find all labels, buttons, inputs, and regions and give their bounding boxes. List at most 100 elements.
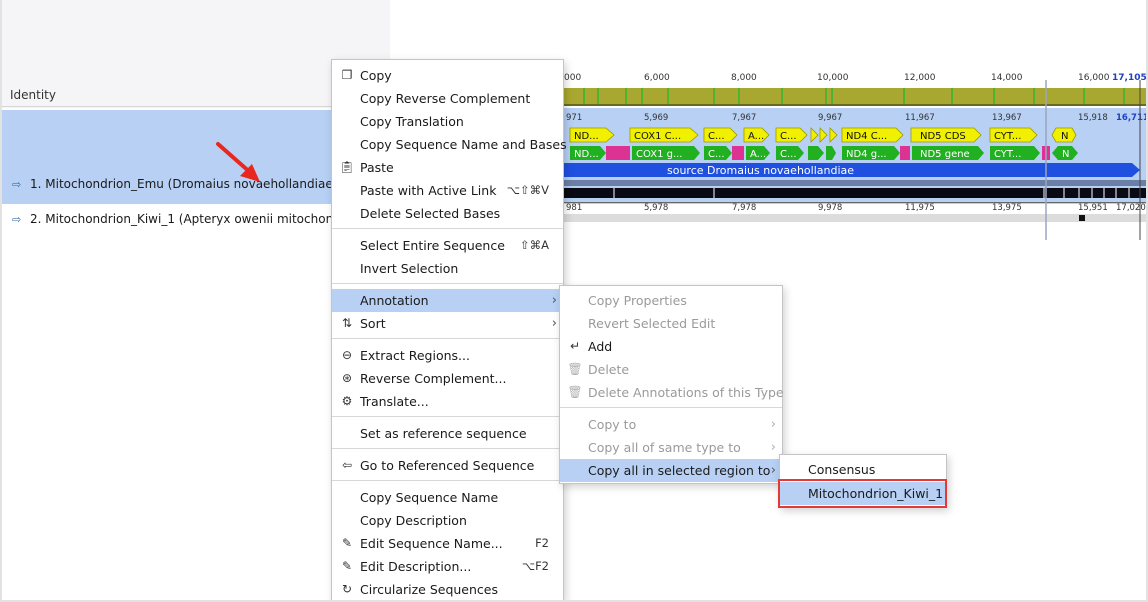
svg-text:971: 971 <box>566 113 582 123</box>
svg-text:15,918: 15,918 <box>1078 113 1108 123</box>
svg-text:N: N <box>1062 149 1069 160</box>
ruler-tick: 16,000 <box>1078 73 1110 83</box>
menu-item-copy-name-and-bases[interactable]: Copy Sequence Name and Bases <box>332 133 567 156</box>
highlight-box <box>778 479 947 508</box>
menu-separator <box>332 283 563 284</box>
svg-text:981: 981 <box>566 203 582 213</box>
alignment-graphics: 000 6,000 8,000 10,000 12,000 14,000 16,… <box>564 73 1146 240</box>
window-frame <box>0 0 2 602</box>
svg-text:C...: C... <box>708 131 725 142</box>
svg-text:7,967: 7,967 <box>732 113 756 123</box>
chevron-right-icon: › <box>770 463 776 478</box>
menu-item-copy-reverse-complement[interactable]: Copy Reverse Complement <box>332 87 563 110</box>
svg-text:ND...: ND... <box>574 149 599 160</box>
menu-item-paste-active-link[interactable]: Paste with Active Link ⌥⇧⌘V <box>332 179 563 202</box>
trash-icon: 🗑︎ <box>567 385 583 399</box>
ruler-tick: 8,000 <box>731 73 757 83</box>
menu-item-select-entire-sequence[interactable]: Select Entire Sequence ⇧⌘A <box>332 234 563 257</box>
menu-item-delete-selected-bases[interactable]: Delete Selected Bases <box>332 202 563 225</box>
sequence-name: 1. Mitochondrion_Emu (Dromaius novaeholl… <box>30 177 332 191</box>
sequence-row-kiwi[interactable]: ⇨ 2. Mitochondrion_Kiwi_1 (Apteryx owenii… <box>12 212 332 226</box>
goto-icon: ⇦ <box>341 458 353 472</box>
reverse-complement-icon: ⊛ <box>341 371 353 385</box>
svg-text:source Dromaius novaehollandia: source Dromaius novaehollandiae <box>667 164 854 177</box>
menu-item-consensus[interactable]: Consensus <box>780 458 946 481</box>
svg-text:N: N <box>1061 131 1068 142</box>
menu-item-go-to-referenced[interactable]: ⇦ Go to Referenced Sequence <box>332 454 563 477</box>
menu-item-copy-all-same-type[interactable]: Copy all of same type to › <box>560 436 782 459</box>
svg-text:CYT...: CYT... <box>994 131 1021 142</box>
ruler-tick: 6,000 <box>644 73 670 83</box>
svg-text:COX1 C...: COX1 C... <box>634 131 681 142</box>
svg-text:C...: C... <box>708 149 725 160</box>
svg-text:ND4 g...: ND4 g... <box>846 149 887 160</box>
menu-item-annotation[interactable]: Annotation › <box>332 289 563 312</box>
ruler-tick: 10,000 <box>817 73 849 83</box>
menu-item-copy-sequence-name[interactable]: Copy Sequence Name <box>332 486 563 509</box>
svg-text:COX1 g...: COX1 g... <box>636 149 683 160</box>
menu-separator <box>560 407 782 408</box>
menu-item-add-annotation[interactable]: ↵ Add <box>560 335 782 358</box>
menu-item-delete-annotation[interactable]: 🗑︎ Delete <box>560 358 782 381</box>
pencil-icon: ✎ <box>341 559 353 573</box>
menu-item-revert-selected-edit[interactable]: Revert Selected Edit <box>560 312 782 335</box>
translate-icon: ⚙ <box>341 394 353 408</box>
svg-text:A...: A... <box>750 149 766 160</box>
chevron-right-icon: › <box>551 316 557 331</box>
menu-item-copy-translation[interactable]: Copy Translation <box>332 110 563 133</box>
menu-item-copy[interactable]: ❐ Copy <box>332 64 563 87</box>
copy-icon: ❐ <box>341 68 353 82</box>
svg-text:9,967: 9,967 <box>818 113 842 123</box>
menu-item-set-reference[interactable]: Set as reference sequence <box>332 422 563 445</box>
sequence-row-emu[interactable]: ⇨ 1. Mitochondrion_Emu (Dromaius novaehol… <box>12 177 332 191</box>
ruler-tick: 000 <box>564 73 581 83</box>
chevron-right-icon: › <box>770 417 776 432</box>
svg-text:7,978: 7,978 <box>732 203 756 213</box>
chevron-right-icon: › <box>551 293 557 308</box>
paste-icon: 📋︎ <box>339 160 355 174</box>
ruler-end: 17,105 <box>1112 73 1146 83</box>
menu-separator <box>332 416 563 417</box>
extract-icon: ⊖ <box>341 348 353 362</box>
svg-text:CYT...: CYT... <box>994 149 1021 160</box>
menu-item-invert-selection[interactable]: Invert Selection <box>332 257 563 280</box>
add-annotation-icon: ↵ <box>569 339 581 353</box>
circular-icon: ↻ <box>341 582 353 596</box>
alignment-view[interactable]: 000 6,000 8,000 10,000 12,000 14,000 16,… <box>564 0 1146 240</box>
menu-separator <box>332 338 563 339</box>
svg-text:ND4 C...: ND4 C... <box>846 131 887 142</box>
header-divider <box>2 106 332 107</box>
svg-text:5,978: 5,978 <box>644 203 668 213</box>
menu-item-copy-properties[interactable]: Copy Properties <box>560 289 782 312</box>
menu-item-reverse-complement[interactable]: ⊛ Reverse Complement... <box>332 367 563 390</box>
menu-item-edit-description[interactable]: ✎ Edit Description... ⌥F2 <box>332 555 563 578</box>
svg-text:ND5 CDS: ND5 CDS <box>920 131 966 142</box>
geneious-window: Identity ⇨ 1. Mitochondrion_Emu (Dromaius… <box>0 0 1148 602</box>
ruler-tick: 14,000 <box>991 73 1023 83</box>
menu-item-paste[interactable]: 📋︎ Paste <box>332 156 563 179</box>
svg-text:13,967: 13,967 <box>992 113 1022 123</box>
svg-text:ND5 gene: ND5 gene <box>920 149 970 160</box>
menu-item-copy-all-in-region[interactable]: Copy all in selected region to › <box>560 459 782 482</box>
menu-separator <box>332 228 563 229</box>
svg-text:C...: C... <box>780 149 797 160</box>
linked-sequence-icon: ⇨ <box>12 178 22 191</box>
menu-item-copy-to[interactable]: Copy to › <box>560 413 782 436</box>
svg-text:15,951: 15,951 <box>1078 203 1108 213</box>
trash-icon: 🗑︎ <box>567 362 583 376</box>
menu-separator <box>332 448 563 449</box>
menu-item-edit-sequence-name[interactable]: ✎ Edit Sequence Name... F2 <box>332 532 563 555</box>
identity-graph <box>564 88 1146 104</box>
pencil-icon: ✎ <box>341 536 353 550</box>
context-menu: ❐ Copy Copy Reverse Complement Copy Tran… <box>331 59 567 602</box>
svg-text:A...: A... <box>748 131 764 142</box>
menu-item-extract-regions[interactable]: ⊖ Extract Regions... <box>332 344 563 367</box>
svg-text:16,711: 16,711 <box>1116 113 1146 123</box>
menu-separator <box>332 480 563 481</box>
menu-item-sort[interactable]: ⇅ Sort › <box>332 312 563 335</box>
menu-item-copy-description[interactable]: Copy Description <box>332 509 563 532</box>
menu-item-translate[interactable]: ⚙ Translate... <box>332 390 563 413</box>
menu-item-delete-annotations-of-type[interactable]: 🗑︎ Delete Annotations of this Type <box>560 381 783 404</box>
menu-item-circularize[interactable]: ↻ Circularize Sequences <box>332 578 563 601</box>
annotation-submenu: Copy Properties Revert Selected Edit ↵ A… <box>559 285 784 484</box>
